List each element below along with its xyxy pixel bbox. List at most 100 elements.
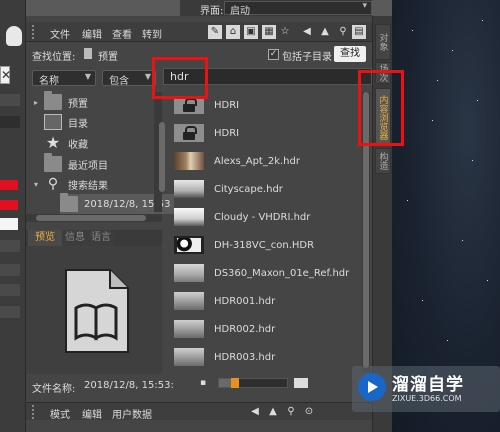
menu-user-data[interactable]: 用户数据	[112, 406, 152, 421]
list-item[interactable]: HDR001.hdr	[170, 290, 360, 312]
lock-icon[interactable]: ⊙	[302, 405, 316, 419]
magnifier-icon: ⚲	[47, 176, 59, 192]
grip-handle[interactable]	[32, 25, 38, 39]
include-subdirs-checkbox[interactable]: ✓	[268, 49, 279, 60]
tree-item-label: 目录	[68, 118, 88, 130]
list-item[interactable]: DS360_Maxon_01e_Ref.hdr	[170, 262, 360, 284]
tab-language[interactable]: 语言	[88, 230, 114, 246]
tree-item-presets[interactable]: ▸ 预置	[34, 91, 88, 112]
file-name: HDR001.hdr	[214, 295, 276, 307]
slider-knob[interactable]	[231, 378, 239, 388]
hdr-thumbnail	[174, 320, 204, 338]
star-icon[interactable]: ☆	[278, 25, 292, 39]
large-thumbnail-icon[interactable]	[294, 378, 308, 388]
color-swatch-white[interactable]	[0, 218, 18, 230]
color-swatch-red[interactable]	[0, 200, 18, 210]
file-name-label: 文件名称:	[32, 384, 76, 395]
tree-item-favorites[interactable]: ★ 收藏	[44, 133, 88, 153]
left-row	[0, 240, 20, 252]
star-icon: ★	[45, 133, 61, 152]
file-name: HDRI	[214, 127, 240, 139]
interface-label: 界面:	[200, 6, 224, 17]
bottom-strip	[26, 420, 372, 432]
slider-fill	[219, 379, 231, 387]
file-name: Cloudy - VHDRI.hdr	[214, 211, 311, 223]
left-row	[0, 116, 20, 128]
image-icon[interactable]: ▣	[244, 25, 258, 39]
list-item[interactable]: HDR003.hdr	[170, 346, 360, 368]
menu-file[interactable]: 文件	[50, 26, 70, 41]
tree-item-search-results[interactable]: ▾ ⚲ 搜索结果	[34, 174, 108, 194]
list-item[interactable]: DH-318VC_con.HDR	[170, 234, 360, 256]
location-tree: ▸ 预置 目录 ★ 收藏 最近项目 ▾ ⚲ 搜索结果 2018/12/8, 15…	[26, 90, 175, 214]
list-item[interactable]: Cityscape.hdr	[170, 178, 360, 200]
back-arrow-icon[interactable]: ◀	[248, 405, 262, 419]
tree-vertical-scrollbar[interactable]	[154, 92, 165, 212]
menu-goto[interactable]: 转到	[142, 26, 162, 41]
home-icon[interactable]: ⌂	[226, 25, 240, 39]
mode-select-value: 包含	[109, 76, 129, 87]
tree-item-label: 最近项目	[68, 160, 108, 172]
lock-icon	[84, 48, 92, 59]
small-thumbnail-icon[interactable]: ▪	[200, 378, 212, 388]
left-row	[0, 306, 20, 318]
list-item[interactable]: Alexs_Apt_2k.hdr	[170, 150, 360, 172]
mode-select[interactable]: 包含 ▼	[102, 70, 156, 87]
menu-edit[interactable]: 编辑	[82, 26, 102, 41]
up-arrow-icon[interactable]: ▲	[318, 25, 332, 39]
collapse-triangle-icon[interactable]: ▾	[34, 180, 42, 189]
file-list: HDRI HDRI Alexs_Apt_2k.hdr Cityscape.hdr…	[170, 92, 360, 372]
interface-select[interactable]: 启动 ▾	[224, 1, 372, 17]
chevron-down-icon: ▾	[362, 1, 367, 11]
tab-preview[interactable]: 预览	[28, 230, 62, 246]
file-name: HDRI	[214, 99, 240, 111]
field-select[interactable]: 名称 ▼	[32, 70, 96, 87]
list-item[interactable]: HDRI	[170, 122, 360, 144]
file-name: DS360_Maxon_01e_Ref.hdr	[214, 267, 350, 279]
search-icon[interactable]: ⚲	[336, 25, 350, 39]
search-icon[interactable]: ⚲	[284, 405, 298, 419]
color-swatch-red[interactable]	[0, 180, 18, 190]
thumbnail-size-slider[interactable]	[218, 378, 288, 388]
watermark-url: ZIXUE.3D66.COM	[392, 394, 462, 403]
tree-item-catalog[interactable]: 目录	[44, 112, 88, 132]
watermark-logo-icon	[358, 373, 386, 401]
file-name: HDR002.hdr	[214, 323, 276, 335]
list-item[interactable]: HDR002.hdr	[170, 318, 360, 340]
tab-objects[interactable]: 对象	[375, 24, 391, 60]
lock-icon	[174, 124, 204, 142]
file-name-value: 2018/12/8, 15:53:	[84, 380, 174, 391]
annotation-box-search	[152, 57, 208, 99]
search-location-label: 查找位置:	[32, 52, 76, 63]
document-book-icon	[65, 269, 129, 353]
grip-handle[interactable]	[32, 405, 38, 419]
menubar: 文件 编辑 查看 转到 ✎ ⌂ ▣ ▦ ☆ ◀ ▲ ⚲ ▤	[26, 22, 372, 42]
menu-view[interactable]: 查看	[112, 26, 132, 41]
hdr-thumbnail	[174, 208, 204, 226]
list-item[interactable]: Cloudy - VHDRI.hdr	[170, 206, 360, 228]
annotation-box-content-browser-tab	[358, 70, 404, 146]
expand-triangle-icon[interactable]: ▸	[34, 98, 42, 107]
light-bulb-icon[interactable]	[6, 26, 22, 46]
back-arrow-icon[interactable]: ◀	[300, 25, 314, 39]
close-icon[interactable]: ✕	[1, 66, 11, 84]
up-arrow-icon[interactable]: ▲	[266, 405, 280, 419]
chevron-down-icon: ▼	[144, 72, 151, 81]
folder-icon	[44, 91, 62, 110]
tree-item-recent[interactable]: 最近项目	[44, 153, 108, 174]
panel-icon[interactable]: ▤	[352, 25, 366, 39]
tab-structure[interactable]: 构造	[375, 148, 391, 174]
tab-info[interactable]: 信息	[62, 230, 88, 246]
left-row	[0, 264, 20, 276]
menu-mode[interactable]: 模式	[50, 406, 70, 421]
find-button[interactable]: 查找	[334, 46, 366, 62]
file-name: DH-318VC_con.HDR	[214, 239, 315, 251]
hdr-thumbnail	[174, 180, 204, 198]
menu-edit[interactable]: 编辑	[82, 406, 102, 421]
tree-item-label: 收藏	[68, 139, 88, 151]
grid-icon[interactable]: ▦	[262, 25, 276, 39]
file-name-row: 文件名称: 2018/12/8, 15:53:	[26, 378, 174, 395]
search-location-value[interactable]: 预置	[98, 48, 118, 63]
edit-icon[interactable]: ✎	[208, 25, 222, 39]
tree-horizontal-scrollbar[interactable]	[26, 214, 162, 222]
